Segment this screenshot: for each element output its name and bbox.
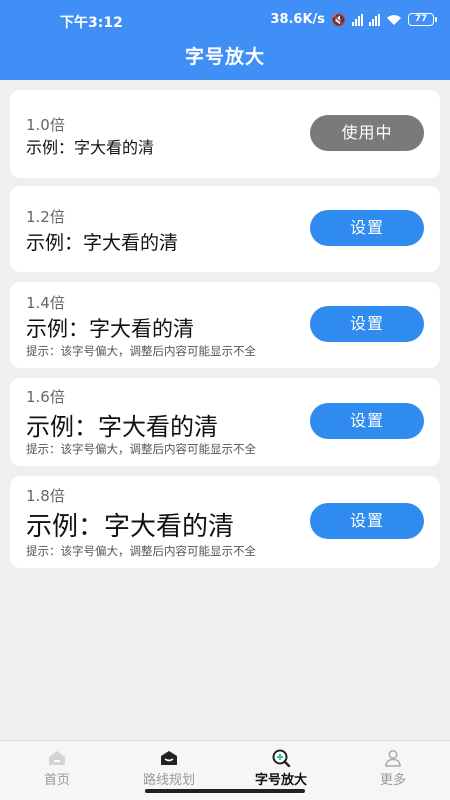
tab-more[interactable]: 更多	[337, 741, 449, 800]
scale-label: 1.8倍	[26, 487, 65, 505]
example-text: 示例：字大看的清	[26, 232, 179, 254]
hint-text: 提示：该字号偏大，调整后内容可能显示不全	[26, 544, 256, 558]
set-button[interactable]: 设置	[310, 210, 424, 246]
tab-label: 更多	[379, 773, 406, 788]
page-title: 字号放大	[184, 46, 265, 68]
font-option-card: 1.4倍 示例：字大看的清 提示：该字号偏大，调整后内容可能显示不全 设置	[10, 282, 440, 368]
hint-text: 提示：该字号偏大，调整后内容可能显示不全	[26, 442, 256, 456]
tab-label: 首页	[43, 773, 70, 788]
status-icons: 38.6K/s 🔇 77	[270, 12, 437, 27]
scale-label: 1.2倍	[26, 208, 65, 226]
font-option-card: 1.2倍 示例：字大看的清 设置	[10, 186, 440, 272]
tab-label: 路线规划	[142, 773, 195, 788]
set-button[interactable]: 设置	[310, 503, 424, 539]
tab-home[interactable]: 首页	[1, 741, 113, 800]
wifi-icon	[387, 14, 401, 25]
signal-icon	[369, 13, 380, 26]
signal-icon	[352, 13, 363, 26]
app-header: 下午3:12 38.6K/s 🔇 77 字号放大	[0, 0, 450, 80]
hint-text: 提示：该字号偏大，调整后内容可能显示不全	[26, 344, 256, 358]
font-option-card: 1.6倍 示例：字大看的清 提示：该字号偏大，调整后内容可能显示不全 设置	[10, 378, 440, 466]
set-button[interactable]: 设置	[310, 306, 424, 342]
scale-label: 1.6倍	[26, 388, 65, 406]
network-speed: 38.6K/s	[270, 12, 326, 27]
scale-label: 1.4倍	[26, 294, 65, 312]
battery-icon: 77	[408, 13, 437, 26]
tab-label: 字号放大	[254, 773, 307, 788]
example-text: 示例：字大看的清	[26, 512, 235, 542]
zoom-icon	[272, 749, 291, 767]
route-icon	[161, 751, 177, 765]
font-option-card: 1.8倍 示例：字大看的清 提示：该字号偏大，调整后内容可能显示不全 设置	[10, 476, 440, 568]
user-icon	[385, 749, 401, 767]
scale-label: 1.0倍	[26, 116, 65, 134]
home-indicator[interactable]	[145, 789, 305, 793]
example-text: 示例：字大看的清	[26, 138, 155, 157]
status-time: 下午3:12	[60, 15, 123, 31]
mute-icon: 🔇	[331, 12, 346, 27]
in-use-button[interactable]: 使用中	[310, 115, 424, 151]
set-button[interactable]: 设置	[310, 403, 424, 439]
home-icon	[49, 751, 65, 765]
status-bar: 下午3:12 38.6K/s 🔇 77	[0, 8, 450, 32]
font-option-card: 1.0倍 示例：字大看的清 使用中	[10, 90, 440, 178]
example-text: 示例：字大看的清	[26, 317, 194, 341]
example-text: 示例：字大看的清	[26, 413, 218, 441]
